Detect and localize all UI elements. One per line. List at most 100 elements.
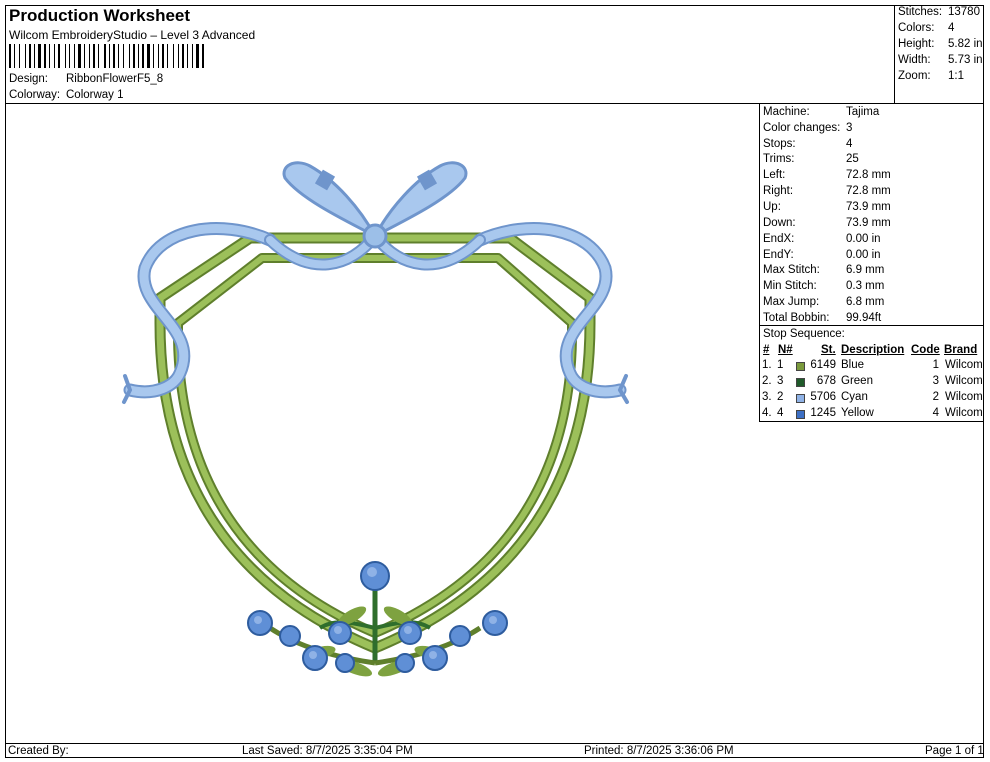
barcode-bar [34,44,35,68]
barcode-bar [98,44,99,68]
barcode-bar [192,44,193,68]
barcode-bar [118,44,119,68]
barcode-bar [44,44,46,68]
embroidery-design [122,161,629,677]
seq-header-description: Description [841,344,905,356]
barcode-bar [182,44,184,68]
stops-label: Stops: [763,138,796,150]
total-bobbin-value: 99.94ft [846,312,882,324]
thread-color-swatch [796,410,805,419]
barcode-bar [142,44,144,68]
seq-row-brand: Wilcom [945,359,983,371]
endy-value: 0.00 in [846,249,881,261]
barcode-bar [29,44,31,68]
color-changes-label: Color changes: [763,122,841,134]
thread-color-swatch [796,378,805,387]
up-value: 73.9 mm [846,201,891,213]
seq-row-num: 3. [762,391,772,403]
machine-value: Tajima [846,106,880,118]
trims-label: Trims: [763,153,795,165]
min-stitch-label: Min Stitch: [763,280,817,292]
barcode-bar [109,44,110,68]
barcode-bar [202,44,204,68]
down-value: 73.9 mm [846,217,891,229]
total-bobbin-label: Total Bobbin: [763,312,830,324]
barcode-bar [138,44,139,68]
barcode-bar [129,44,130,68]
up-label: Up: [763,201,781,213]
barcode-bar [54,44,55,68]
footer-divider [5,743,984,744]
barcode-bar [58,44,60,68]
design-label: Design: [9,73,48,85]
stop-sequence-title: Stop Sequence: [763,328,845,340]
color-changes-value: 3 [846,122,853,134]
seq-row-needle: 4 [777,407,784,419]
design-name: RibbonFlowerF5_8 [66,73,164,85]
info-panel-divider [759,103,760,421]
barcode-bar [133,44,135,68]
seq-row-description: Yellow [841,407,874,419]
barcode [9,44,231,68]
max-jump-value: 6.8 mm [846,296,885,308]
endx-value: 0.00 in [846,233,881,245]
width-value: 5.73 in [948,54,983,66]
barcode-bar [123,44,124,68]
sequence-divider [759,421,984,422]
stats-divider [894,5,895,103]
max-stitch-label: Max Stitch: [763,264,820,276]
seq-row-needle: 2 [777,391,784,403]
barcode-bar [78,44,81,68]
width-label: Width: [898,54,931,66]
height-value: 5.82 in [948,38,983,50]
seq-header-num: # [763,344,770,356]
barcode-bar [104,44,106,68]
seq-row-description: Cyan [841,391,868,403]
seq-header-n: N# [778,344,793,356]
barcode-bar [49,44,50,68]
printed-date: Printed: 8/7/2025 3:36:06 PM [584,745,734,757]
barcode-bar [25,44,26,68]
max-jump-label: Max Jump: [763,296,820,308]
barcode-bar [19,44,20,68]
design-preview [120,158,650,698]
seq-row-brand: Wilcom [945,407,983,419]
zoom-label: Zoom: [898,70,931,82]
trims-value: 25 [846,153,859,165]
barcode-bar [113,44,115,68]
barcode-bar [38,44,41,68]
max-stitch-value: 6.9 mm [846,264,885,276]
barcode-bar [93,44,95,68]
seq-row-needle: 3 [777,375,784,387]
seq-row-num: 1. [762,359,772,371]
seq-row-needle: 1 [777,359,784,371]
stops-value: 4 [846,138,853,150]
left-label: Left: [763,169,786,181]
seq-row-description: Blue [841,359,865,371]
colorway-label: Colorway: [9,89,61,101]
barcode-bar [173,44,174,68]
seq-row-brand: Wilcom [945,391,983,403]
seq-row-brand: Wilcom [945,375,983,387]
thread-color-swatch [796,362,805,371]
page-number: Page 1 of 1 [925,745,984,757]
barcode-bar [187,44,188,68]
barcode-bar [84,44,85,68]
height-label: Height: [898,38,935,50]
endy-label: EndY: [763,249,794,261]
zoom-value: 1:1 [948,70,964,82]
barcode-bar [69,44,70,68]
colors-value: 4 [948,22,955,34]
machine-label: Machine: [763,106,810,118]
stitches-value: 13780 [948,6,980,18]
barcode-bar [178,44,179,68]
stitches-label: Stitches: [898,6,943,18]
down-label: Down: [763,217,796,229]
barcode-bar [14,44,15,68]
thread-color-swatch [796,394,805,403]
barcode-bar [158,44,159,68]
barcode-bar [196,44,199,68]
software-name: Wilcom EmbroideryStudio – Level 3 Advanc… [9,28,256,42]
barcode-bar [89,44,90,68]
seq-row-num: 4. [762,407,772,419]
